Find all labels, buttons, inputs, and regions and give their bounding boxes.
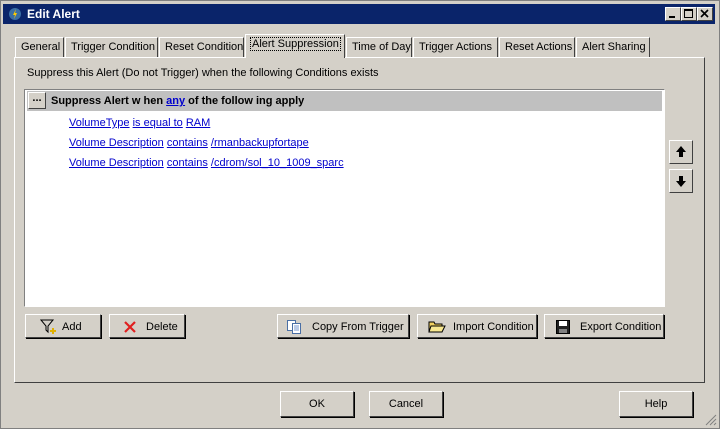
condition-field-link[interactable]: Volume Description bbox=[69, 157, 164, 169]
suppress-rule-text: Suppress Alert w hen any of the follow i… bbox=[51, 95, 304, 107]
condition-field-link[interactable]: Volume Description bbox=[69, 137, 164, 149]
open-folder-icon bbox=[428, 321, 446, 333]
condition-row: Volume Description contains /rmanbackupf… bbox=[69, 137, 309, 149]
condition-row: VolumeType is equal to RAM bbox=[69, 117, 210, 129]
add-filter-icon bbox=[40, 319, 56, 334]
add-button[interactable]: Add bbox=[25, 314, 101, 338]
panel-description: Suppress this Alert (Do not Trigger) whe… bbox=[27, 67, 379, 79]
conditions-list[interactable]: ... Suppress Alert w hen any of the foll… bbox=[24, 89, 665, 307]
copy-icon bbox=[287, 320, 301, 334]
tab-alert-suppression[interactable]: Alert Suppression bbox=[245, 34, 345, 58]
resize-grip-icon[interactable] bbox=[705, 414, 717, 426]
edit-alert-window: Edit Alert General Trigger Condition Res… bbox=[0, 0, 720, 429]
ok-button[interactable]: OK bbox=[280, 391, 354, 417]
conditions-list-header: ... Suppress Alert w hen any of the foll… bbox=[27, 91, 662, 111]
condition-value-link[interactable]: /rmanbackupfortape bbox=[211, 137, 309, 149]
condition-operator-link[interactable]: is equal to bbox=[133, 117, 183, 129]
import-condition-button[interactable]: Import Condition bbox=[417, 314, 537, 338]
condition-operator-link[interactable]: contains bbox=[167, 137, 208, 149]
tab-trigger-actions[interactable]: Trigger Actions bbox=[413, 37, 498, 57]
arrow-down-icon bbox=[676, 176, 686, 187]
maximize-icon bbox=[684, 9, 693, 18]
condition-value-link[interactable]: /cdrom/sol_10_1009_sparc bbox=[211, 157, 344, 169]
delete-button[interactable]: Delete bbox=[109, 314, 185, 338]
tab-reset-condition[interactable]: Reset Condition bbox=[159, 37, 244, 57]
match-mode-link[interactable]: any bbox=[166, 95, 185, 107]
tab-time-of-day[interactable]: Time of Day bbox=[346, 37, 412, 57]
tab-reset-actions[interactable]: Reset Actions bbox=[499, 37, 575, 57]
suppress-rule-prefix: Suppress Alert w hen bbox=[51, 95, 164, 107]
title-bar[interactable]: Edit Alert bbox=[3, 4, 715, 24]
export-condition-button[interactable]: Export Condition bbox=[544, 314, 664, 338]
minimize-icon bbox=[669, 16, 675, 18]
condition-value-link[interactable]: RAM bbox=[186, 117, 210, 129]
app-icon bbox=[9, 8, 21, 20]
condition-menu-button[interactable]: ... bbox=[28, 92, 46, 109]
tab-alert-sharing[interactable]: Alert Sharing bbox=[576, 37, 650, 57]
arrow-up-icon bbox=[676, 146, 686, 157]
close-icon bbox=[700, 9, 709, 18]
close-button[interactable] bbox=[697, 7, 713, 21]
condition-operator-link[interactable]: contains bbox=[167, 157, 208, 169]
condition-field-link[interactable]: VolumeType bbox=[69, 117, 130, 129]
delete-icon bbox=[124, 321, 136, 333]
window-title: Edit Alert bbox=[27, 7, 80, 21]
copy-from-trigger-button[interactable]: Copy From Trigger bbox=[277, 314, 409, 338]
minimize-button[interactable] bbox=[665, 7, 681, 21]
suppress-rule-suffix: of the follow ing apply bbox=[188, 95, 305, 107]
condition-row: Volume Description contains /cdrom/sol_1… bbox=[69, 157, 344, 169]
move-down-button[interactable] bbox=[669, 169, 693, 193]
save-icon bbox=[556, 320, 570, 334]
help-button[interactable]: Help bbox=[619, 391, 693, 417]
cancel-button[interactable]: Cancel bbox=[369, 391, 443, 417]
maximize-button[interactable] bbox=[681, 7, 697, 21]
tab-trigger-condition[interactable]: Trigger Condition bbox=[65, 37, 158, 57]
tab-general[interactable]: General bbox=[15, 37, 64, 57]
move-up-button[interactable] bbox=[669, 140, 693, 164]
